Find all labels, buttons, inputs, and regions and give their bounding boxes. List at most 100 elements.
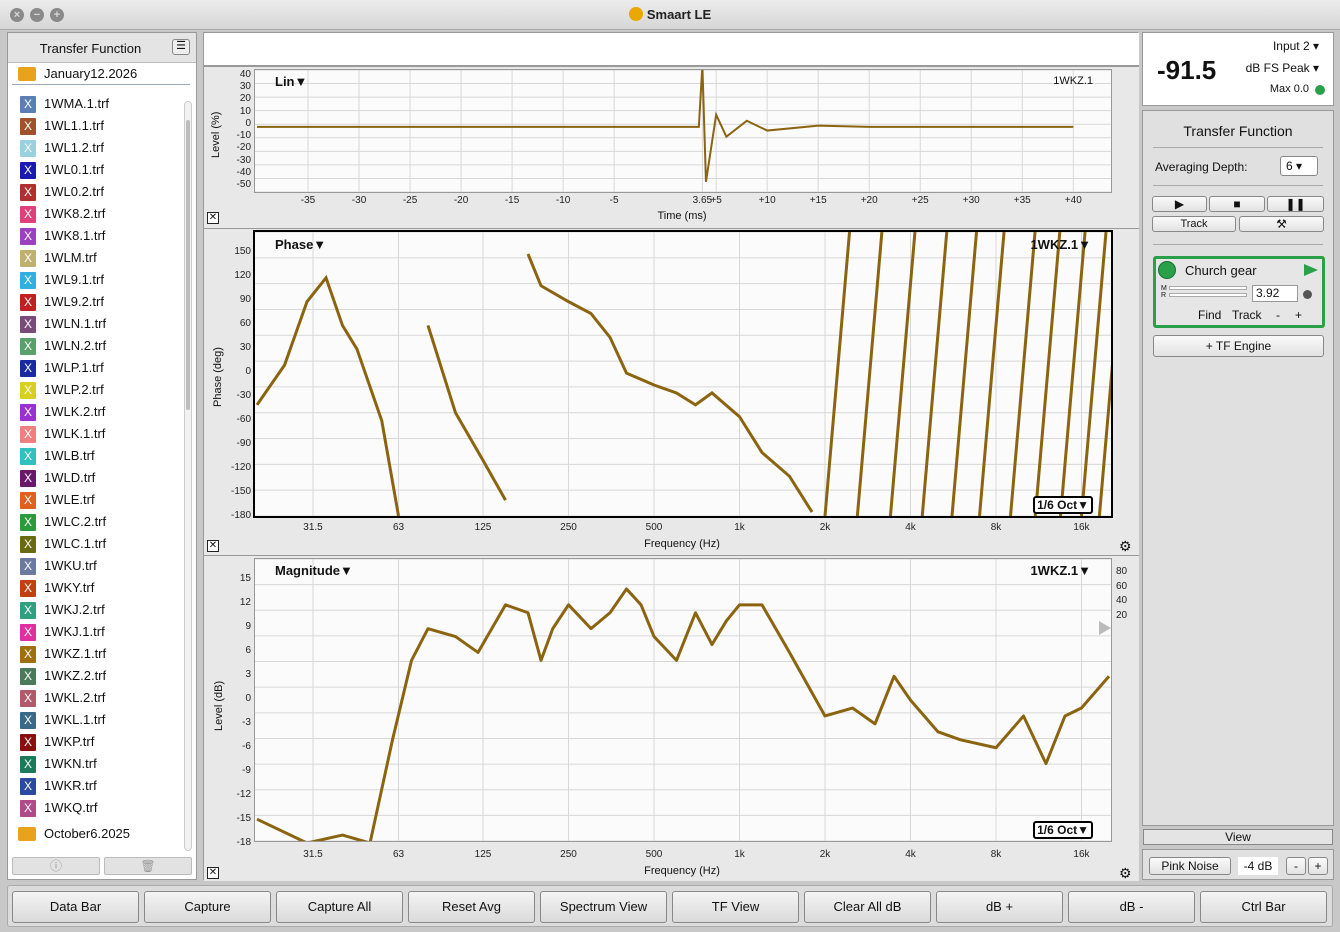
folder-january12-2026[interactable]: January12.2026 (12, 63, 190, 85)
toolbar-button-db[interactable]: dB - (1068, 891, 1195, 923)
track-button[interactable]: Track (1152, 216, 1236, 232)
phase-smoothing-selector[interactable]: 1/6 Oct▼ (1033, 496, 1093, 514)
toolbar-button-capture[interactable]: Capture (144, 891, 271, 923)
averaging-select[interactable]: 6 ▾ (1280, 156, 1318, 176)
engine-expand-icon[interactable] (1304, 264, 1318, 276)
phase-wrap-segment (1009, 232, 1037, 516)
engine-card[interactable]: Church gear MR 3.92 Find Track - + (1153, 256, 1325, 328)
play-button[interactable]: ▶ (1152, 196, 1207, 212)
meter-mode-selector[interactable]: dB FS Peak ▾ (1246, 61, 1319, 75)
file-item[interactable]: X 1WL1.2.trf (18, 137, 186, 159)
file-label: 1WKU.trf (44, 558, 97, 573)
track-delay-button[interactable]: Track (1232, 308, 1262, 322)
info-icon[interactable]: ⓘ (12, 857, 100, 875)
impulse-plot[interactable]: Lin▼ 1WKZ.1 (254, 69, 1112, 193)
pause-button[interactable]: ❚❚ (1267, 196, 1324, 212)
file-item[interactable]: X 1WK8.1.trf (18, 225, 186, 247)
find-button[interactable]: Find (1198, 308, 1221, 322)
file-item[interactable]: X 1WKL.2.trf (18, 687, 186, 709)
file-item[interactable]: X 1WLN.2.trf (18, 335, 186, 357)
add-tf-engine-button[interactable]: + TF Engine (1153, 335, 1324, 357)
sidebar-menu-button[interactable]: ☰ (172, 39, 190, 55)
magnitude-trace-selector[interactable]: 1WKZ.1▼ (1030, 563, 1091, 578)
file-item[interactable]: X 1WLN.1.trf (18, 313, 186, 335)
toolbar-button-data-bar[interactable]: Data Bar (12, 891, 139, 923)
coherence-tick-label: 80 (1116, 566, 1128, 577)
stop-button[interactable]: ■ (1209, 196, 1265, 212)
magnitude-gear-icon[interactable]: ⚙ (1119, 866, 1133, 880)
impulse-close-icon[interactable]: ✕ (207, 212, 219, 224)
file-item[interactable]: X 1WL9.2.trf (18, 291, 186, 313)
transfer-function-control: Transfer Function Averaging Depth: 6 ▾ ▶… (1142, 110, 1334, 826)
file-item[interactable]: X 1WMA.1.trf (18, 93, 186, 115)
phase-trace-selector[interactable]: 1WKZ.1▼ (1030, 237, 1091, 252)
phase-wrap-segment (823, 232, 852, 516)
toolbar-button-clear-all-db[interactable]: Clear All dB (804, 891, 931, 923)
magnitude-plot[interactable]: Magnitude▼ 1WKZ.1▼ 1/6 Oct▼ (254, 558, 1112, 842)
file-item[interactable]: X 1WLE.trf (18, 489, 186, 511)
magnitude-smoothing-selector[interactable]: 1/6 Oct▼ (1033, 821, 1093, 839)
trash-icon[interactable]: 🗑 (104, 857, 192, 875)
file-item[interactable]: X 1WL1.1.trf (18, 115, 186, 137)
scrollbar-thumb[interactable] (186, 120, 190, 410)
toolbar-button-spectrum-view[interactable]: Spectrum View (540, 891, 667, 923)
file-item[interactable]: X 1WLK.2.trf (18, 401, 186, 423)
delay-plus-button[interactable]: + (1295, 308, 1302, 322)
file-label: 1WKQ.trf (44, 800, 98, 815)
impulse-mode-selector[interactable]: Lin▼ (275, 74, 307, 89)
file-item[interactable]: X 1WKZ.2.trf (18, 665, 186, 687)
file-item[interactable]: X 1WLK.1.trf (18, 423, 186, 445)
file-item[interactable]: X 1WKZ.1.trf (18, 643, 186, 665)
folder-october6-2025[interactable]: October6.2025 (12, 823, 190, 845)
coherence-marker-icon[interactable] (1099, 621, 1111, 635)
file-label: 1WKJ.1.trf (44, 624, 105, 639)
file-item[interactable]: X 1WKL.1.trf (18, 709, 186, 731)
file-item[interactable]: X 1WKN.trf (18, 753, 186, 775)
record-icon[interactable] (1303, 290, 1312, 299)
noise-plus-button[interactable]: + (1308, 857, 1328, 875)
tools-icon[interactable]: ⚒ (1239, 216, 1324, 232)
file-item[interactable]: X 1WKJ.1.trf (18, 621, 186, 643)
delay-field[interactable]: 3.92 (1252, 285, 1298, 302)
file-item[interactable]: X 1WKR.trf (18, 775, 186, 797)
trf-file-icon: X (20, 162, 36, 179)
phase-gear-icon[interactable]: ⚙ (1119, 539, 1133, 553)
pink-noise-button[interactable]: Pink Noise (1149, 857, 1231, 875)
phase-mode-selector[interactable]: Phase▼ (275, 237, 326, 252)
toolbar-button-capture-all[interactable]: Capture All (276, 891, 403, 923)
phase-close-icon[interactable]: ✕ (207, 540, 219, 552)
magnitude-mode-selector[interactable]: Magnitude▼ (275, 563, 353, 578)
toolbar-button-ctrl-bar[interactable]: Ctrl Bar (1200, 891, 1327, 923)
file-item[interactable]: X 1WLP.1.trf (18, 357, 186, 379)
noise-level-field[interactable]: -4 dB (1238, 857, 1278, 875)
engine-name: Church gear (1185, 263, 1257, 278)
toolbar-button-tf-view[interactable]: TF View (672, 891, 799, 923)
file-item[interactable]: X 1WLD.trf (18, 467, 186, 489)
x-tick-label: -35 (300, 195, 316, 206)
input-selector[interactable]: Input 2 ▾ (1273, 39, 1319, 53)
file-item[interactable]: X 1WLB.trf (18, 445, 186, 467)
delay-minus-button[interactable]: - (1276, 308, 1280, 322)
view-button[interactable]: View (1143, 829, 1333, 845)
file-item[interactable]: X 1WLM.trf (18, 247, 186, 269)
file-item[interactable]: X 1WKU.trf (18, 555, 186, 577)
file-item[interactable]: X 1WKQ.trf (18, 797, 186, 819)
file-item[interactable]: X 1WLP.2.trf (18, 379, 186, 401)
file-item[interactable]: X 1WLC.1.trf (18, 533, 186, 555)
file-item[interactable]: X 1WL0.1.trf (18, 159, 186, 181)
file-item[interactable]: X 1WL9.1.trf (18, 269, 186, 291)
phase-plot[interactable]: Phase▼ 1WKZ.1▼ 1/6 Oct▼ (253, 230, 1113, 518)
engine-on-icon[interactable] (1158, 261, 1176, 279)
file-item[interactable]: X 1WK8.2.trf (18, 203, 186, 225)
toolbar-button-db[interactable]: dB + (936, 891, 1063, 923)
file-item[interactable]: X 1WKJ.2.trf (18, 599, 186, 621)
file-item[interactable]: X 1WL0.2.trf (18, 181, 186, 203)
toolbar-button-reset-avg[interactable]: Reset Avg (408, 891, 535, 923)
file-sidebar: Transfer Function ☰ January12.2026 X 1WMA… (7, 32, 197, 880)
magnitude-close-icon[interactable]: ✕ (207, 867, 219, 879)
file-item[interactable]: X 1WLC.2.trf (18, 511, 186, 533)
file-list-scrollbar[interactable] (184, 101, 192, 851)
file-item[interactable]: X 1WKP.trf (18, 731, 186, 753)
noise-minus-button[interactable]: - (1286, 857, 1306, 875)
file-item[interactable]: X 1WKY.trf (18, 577, 186, 599)
